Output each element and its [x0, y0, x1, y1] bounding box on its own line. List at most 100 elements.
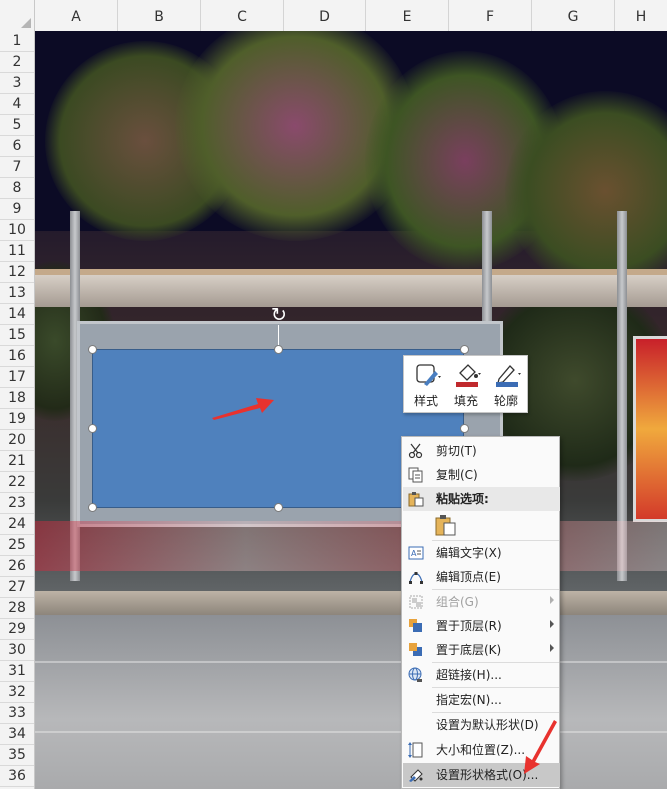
- row-header-8[interactable]: 8: [0, 178, 34, 199]
- paste-option-keep-source[interactable]: [403, 511, 560, 539]
- menu-label-cut: 剪切(T): [436, 444, 477, 458]
- menu-item-assign-macro[interactable]: 指定宏(N)...: [403, 688, 560, 712]
- menu-label-send-to-back: 置于底层(K): [436, 643, 502, 657]
- row-header-1[interactable]: 1: [0, 31, 34, 52]
- row-header-34[interactable]: 34: [0, 724, 34, 745]
- row-header-2[interactable]: 2: [0, 52, 34, 73]
- menu-item-send-to-back[interactable]: 置于底层(K): [403, 638, 560, 662]
- menu-item-group[interactable]: 组合(G): [403, 590, 560, 614]
- row-header-6[interactable]: 6: [0, 136, 34, 157]
- shape-outline-label: 轮廓: [493, 394, 518, 408]
- red-arrow-annotation-icon: [212, 398, 274, 420]
- row-header-21[interactable]: 21: [0, 451, 34, 472]
- shape-style-label: 样式: [413, 394, 438, 408]
- menu-label-group: 组合(G): [436, 595, 479, 609]
- column-header-f[interactable]: F: [449, 0, 532, 31]
- paste-clipboard-icon: [408, 492, 424, 507]
- column-header-e[interactable]: E: [366, 0, 449, 31]
- row-header-23[interactable]: 23: [0, 493, 34, 514]
- row-header-16[interactable]: 16: [0, 346, 34, 367]
- row-header-10[interactable]: 10: [0, 220, 34, 241]
- menu-label-hyperlink: 超链接(H)...: [436, 668, 502, 682]
- row-header-20[interactable]: 20: [0, 430, 34, 451]
- shape-style-icon: [416, 364, 441, 386]
- column-header-bar: A B C D E F G H: [0, 0, 667, 32]
- row-header-14[interactable]: 14: [0, 304, 34, 325]
- row-header-32[interactable]: 32: [0, 682, 34, 703]
- row-header-3[interactable]: 3: [0, 73, 34, 94]
- submenu-chevron-icon: [550, 644, 554, 652]
- right-advertisement: [633, 336, 667, 522]
- shape-fill-button[interactable]: 填充: [446, 356, 486, 412]
- menu-item-edit-text[interactable]: A 编辑文字(X): [403, 541, 560, 565]
- menu-item-edit-points[interactable]: 编辑顶点(E): [403, 565, 560, 589]
- column-header-a[interactable]: A: [35, 0, 118, 31]
- column-header-d[interactable]: D: [284, 0, 366, 31]
- column-header-c[interactable]: C: [201, 0, 284, 31]
- menu-item-copy[interactable]: 复制(C): [403, 463, 560, 487]
- rotate-handle-icon[interactable]: ↻: [269, 305, 289, 325]
- column-header-h[interactable]: H: [615, 0, 667, 31]
- row-header-5[interactable]: 5: [0, 115, 34, 136]
- menu-header-paste-options: 粘贴选项:: [403, 487, 560, 511]
- column-header-b[interactable]: B: [118, 0, 201, 31]
- row-header-15[interactable]: 15: [0, 325, 34, 346]
- menu-label-edit-points: 编辑顶点(E): [436, 570, 501, 584]
- road-marking: [35, 731, 667, 733]
- row-header-19[interactable]: 19: [0, 409, 34, 430]
- row-header-31[interactable]: 31: [0, 661, 34, 682]
- shape-outline-button[interactable]: 轮廓: [486, 356, 526, 412]
- paint-bucket-icon: [456, 364, 481, 387]
- row-header-9[interactable]: 9: [0, 199, 34, 220]
- row-header-35[interactable]: 35: [0, 745, 34, 766]
- size-position-icon: [408, 742, 423, 758]
- row-header-26[interactable]: 26: [0, 556, 34, 577]
- row-header-27[interactable]: 27: [0, 577, 34, 598]
- row-header-7[interactable]: 7: [0, 157, 34, 178]
- row-header-25[interactable]: 25: [0, 535, 34, 556]
- shelter-roof: [35, 275, 667, 307]
- row-header-11[interactable]: 11: [0, 241, 34, 262]
- resize-handle-bottom-left[interactable]: [88, 503, 97, 512]
- row-header-33[interactable]: 33: [0, 703, 34, 724]
- menu-label-copy: 复制(C): [436, 468, 478, 482]
- row-header-13[interactable]: 13: [0, 283, 34, 304]
- menu-label-bring-to-front: 置于顶层(R): [436, 619, 502, 633]
- row-header-4[interactable]: 4: [0, 94, 34, 115]
- menu-item-hyperlink[interactable]: 超链接(H)...: [403, 663, 560, 687]
- row-header-29[interactable]: 29: [0, 619, 34, 640]
- resize-handle-top-left[interactable]: [88, 345, 97, 354]
- group-icon: [409, 595, 423, 609]
- row-header-17[interactable]: 17: [0, 367, 34, 388]
- resize-handle-right[interactable]: [460, 424, 469, 433]
- select-all-triangle-icon: [21, 18, 31, 28]
- menu-label-paste-options: 粘贴选项:: [436, 492, 489, 506]
- menu-item-cut[interactable]: 剪切(T): [403, 439, 560, 463]
- svg-text:A: A: [411, 549, 417, 558]
- edit-text-icon: A: [408, 546, 424, 560]
- menu-label-assign-macro: 指定宏(N)...: [436, 693, 502, 707]
- column-header-g[interactable]: G: [532, 0, 615, 31]
- submenu-chevron-icon: [550, 596, 554, 604]
- resize-handle-left[interactable]: [88, 424, 97, 433]
- pen-outline-icon: [496, 365, 521, 387]
- edit-points-icon: [409, 572, 423, 584]
- select-all-corner[interactable]: [0, 0, 35, 31]
- row-header-28[interactable]: 28: [0, 598, 34, 619]
- resize-handle-top-right[interactable]: [460, 345, 469, 354]
- bring-to-front-icon: [409, 619, 422, 632]
- row-header-22[interactable]: 22: [0, 472, 34, 493]
- row-header-24[interactable]: 24: [0, 514, 34, 535]
- menu-label-edit-text: 编辑文字(X): [436, 546, 502, 560]
- row-header-36[interactable]: 36: [0, 766, 34, 787]
- row-header-bar: 1 2 3 4 5 6 7 8 9 10 11 12 13 14 15 16 17 18 19 20 21 22 23 24 2…: [0, 31, 35, 789]
- row-header-12[interactable]: 12: [0, 262, 34, 283]
- row-header-30[interactable]: 30: [0, 640, 34, 661]
- shape-fill-label: 填充: [453, 394, 478, 408]
- menu-item-bring-to-front[interactable]: 置于顶层(R): [403, 614, 560, 638]
- resize-handle-top[interactable]: [274, 345, 283, 354]
- row-header-18[interactable]: 18: [0, 388, 34, 409]
- submenu-chevron-icon: [550, 620, 554, 628]
- shape-style-button[interactable]: 样式: [406, 356, 446, 412]
- resize-handle-bottom[interactable]: [274, 503, 283, 512]
